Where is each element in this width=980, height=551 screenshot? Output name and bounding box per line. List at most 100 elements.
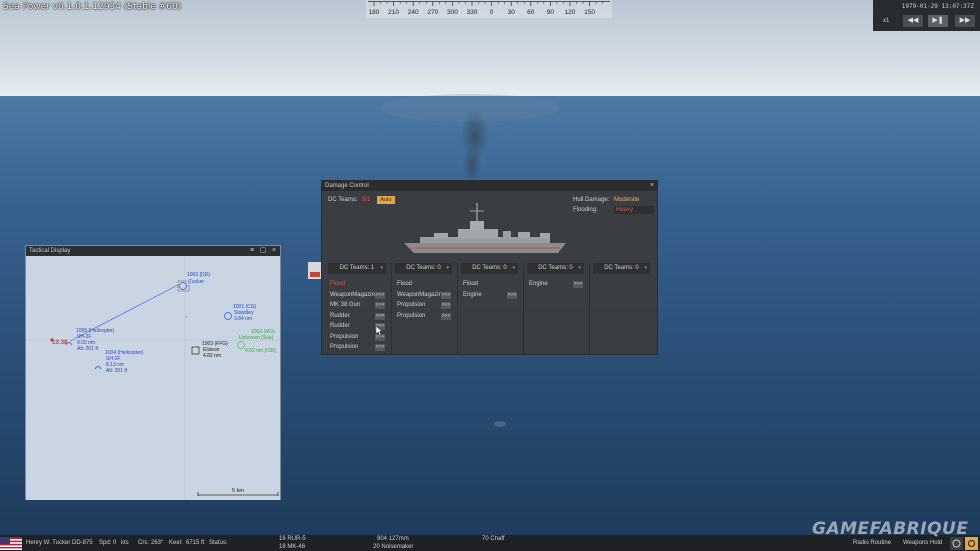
dc-team-column: DC Teams: 0 ▾ Flood Engine >>> xyxy=(457,263,521,355)
damage-item: WeaponMagazine >>> xyxy=(392,290,455,301)
tactical-title: Tactical Display xyxy=(29,248,71,254)
weapon-rur5[interactable]: 16 RUR-5 xyxy=(279,536,306,542)
assign-team-button[interactable]: >>> xyxy=(375,344,385,351)
tactical-map[interactable]: 1002 (DD) Tucker 1001 (CG) Standley 3.84… xyxy=(26,256,280,500)
weapon-noisemaker[interactable]: 20 Noisemaker xyxy=(373,544,413,550)
dc-team-column: DC Teams: 1 ▾ Flood WeaponMagazine >>> MK 38 … xyxy=(325,263,389,355)
flooding-label: Flooding: xyxy=(573,207,598,213)
course-value: 263° xyxy=(151,540,164,546)
compass-tick-label: 180 xyxy=(369,9,380,16)
weapon-mk46[interactable]: 18 MK-46 xyxy=(279,544,305,550)
app-title: Sea Power v0.1.0.1.12934 (Stable #60) xyxy=(3,2,182,12)
auto-button[interactable]: Auto xyxy=(377,196,395,204)
assign-team-button[interactable]: >>> xyxy=(573,281,583,288)
menu-icon[interactable]: ≡ xyxy=(248,246,256,256)
play-pause-button[interactable]: ▶❚ xyxy=(928,15,948,27)
damage-item-label: Engine xyxy=(463,291,482,298)
damage-item-label: WeaponMagazine xyxy=(330,291,379,298)
assign-team-button[interactable]: >>> xyxy=(441,291,451,299)
compass-tick-label: 30 xyxy=(508,9,516,16)
keel-value: 6715 ft xyxy=(186,540,205,546)
dc-team-header[interactable]: DC Teams: 0 ▾ xyxy=(527,263,584,274)
dc-team-column: DC Teams: 0 ▾ Engine >>> xyxy=(523,263,587,355)
weapon-chaff[interactable]: 70 Chaff xyxy=(482,536,505,542)
damage-control-title-bar[interactable]: Damage Control × xyxy=(322,181,657,191)
damage-item-label: Flood xyxy=(397,281,413,287)
chevron-down-icon: ▾ xyxy=(578,265,581,271)
dc-team-column: DC Teams: 0 ▾ xyxy=(589,263,653,355)
contact-1002mg-name: Unknown (Sub) xyxy=(239,335,274,341)
damage-item: Flood xyxy=(458,279,521,290)
compass-tick-label: 300 xyxy=(447,9,458,16)
dc-team-header-label: DC Teams: 0 xyxy=(406,265,441,271)
double-left-arrow-icon: ◀◀ xyxy=(907,17,919,24)
damage-item: Flood xyxy=(325,279,389,290)
contact-1002-id: 1002 (DD) xyxy=(187,272,210,278)
rewind-button[interactable]: ◀◀ xyxy=(903,15,923,27)
close-icon[interactable]: × xyxy=(650,181,654,191)
play-pause-icon: ▶❚ xyxy=(932,17,944,24)
compass-tick-label: 150 xyxy=(584,9,595,16)
damage-item-label: MK 38 Gun xyxy=(330,302,361,308)
compass-tick-label: 0 xyxy=(490,9,494,16)
close-icon[interactable]: × xyxy=(270,246,278,256)
watermark-logo: GAMEFABRIQUE xyxy=(812,519,969,539)
tactical-display-window[interactable]: Tactical Display ≡ ▢ × 1002 (DD) Tucker … xyxy=(25,245,281,500)
damage-item-label: Propulsion xyxy=(330,333,359,340)
dc-teams-value: 0/1 xyxy=(362,197,371,203)
compass-tick-label: 210 xyxy=(388,9,399,16)
damage-item: Rudder >>> xyxy=(325,311,389,322)
assign-team-button[interactable]: >>> xyxy=(375,291,385,299)
ship-silhouette xyxy=(404,203,566,253)
chevron-down-icon: ▾ xyxy=(644,265,647,271)
status-label: Status: xyxy=(209,540,228,546)
dc-teams-label: DC Teams: xyxy=(328,197,358,203)
dc-team-header-label: DC Teams: 0 xyxy=(604,265,639,271)
contact-1003-range: 4.82 nm xyxy=(203,353,221,359)
damage-item-label: Rudder xyxy=(330,312,350,319)
assign-team-button[interactable]: >>> xyxy=(441,312,451,320)
damage-item-label: Propulsion xyxy=(397,302,426,308)
damage-item-label: WeaponMagazine xyxy=(397,291,446,298)
ship-name[interactable]: Henry W. Tucker DD-875 xyxy=(26,540,93,546)
hull-damage-value: Moderate xyxy=(614,197,640,203)
hull-damage-label: Hull Damage: xyxy=(573,197,610,203)
flooding-value: Heavy xyxy=(614,206,654,214)
damage-item: Propulsion >>> xyxy=(325,342,389,353)
course-label: Crs: xyxy=(138,540,149,546)
weapon-127mm[interactable]: 904 127mm xyxy=(377,536,409,542)
contact-1002-name: Tucker xyxy=(189,279,204,285)
fast-forward-button[interactable]: ▶▶ xyxy=(955,15,975,27)
compass-tick-label: 240 xyxy=(408,9,419,16)
damage-control-title: Damage Control xyxy=(325,183,369,189)
dc-team-header[interactable]: DC Teams: 1 ▾ xyxy=(328,263,386,274)
dc-team-header[interactable]: DC Teams: 0 ▾ xyxy=(461,263,518,274)
assign-team-button[interactable]: >>> xyxy=(375,302,385,309)
weapons-status[interactable]: Weapons Hold xyxy=(903,540,942,546)
contact-1001-range: 3.84 nm xyxy=(234,316,252,322)
chevron-down-icon: ▾ xyxy=(380,265,383,271)
speed-value: 0 xyxy=(113,540,117,546)
assign-team-button[interactable]: >>> xyxy=(507,291,517,299)
damage-item: Engine >>> xyxy=(458,290,521,301)
time-speed: x1 xyxy=(883,18,890,24)
damage-control-window[interactable]: Damage Control × DC Teams: 0/1 Auto Hull… xyxy=(321,180,658,355)
compass-tick-label: 60 xyxy=(527,9,535,16)
assign-team-button[interactable]: >>> xyxy=(375,312,385,320)
damage-item: MK 38 Gun >>> xyxy=(325,300,389,311)
tactical-title-bar[interactable]: Tactical Display ≡ ▢ × xyxy=(26,246,280,256)
assign-team-button[interactable]: >>> xyxy=(441,302,451,309)
chevron-down-icon: ▾ xyxy=(512,265,515,271)
damage-item: Propulsion >>> xyxy=(392,300,455,311)
compass-tick-label: 330 xyxy=(467,9,478,16)
scale-label: 5 km xyxy=(232,488,244,494)
damage-item: Flood xyxy=(392,279,455,290)
dc-team-column: DC Teams: 0 ▾ Flood WeaponMagazine >>> Propul… xyxy=(391,263,455,355)
dc-team-header[interactable]: DC Teams: 0 ▾ xyxy=(395,263,452,274)
radio-status[interactable]: Radio Routine xyxy=(853,540,891,546)
compass-tick-label: 90 xyxy=(547,9,555,16)
dc-team-header[interactable]: DC Teams: 0 ▾ xyxy=(593,263,650,274)
maximize-icon[interactable]: ▢ xyxy=(259,246,267,256)
contact-1004-alt: Alt: 201 ft xyxy=(106,368,128,374)
speed-label: Spd: xyxy=(99,540,112,546)
